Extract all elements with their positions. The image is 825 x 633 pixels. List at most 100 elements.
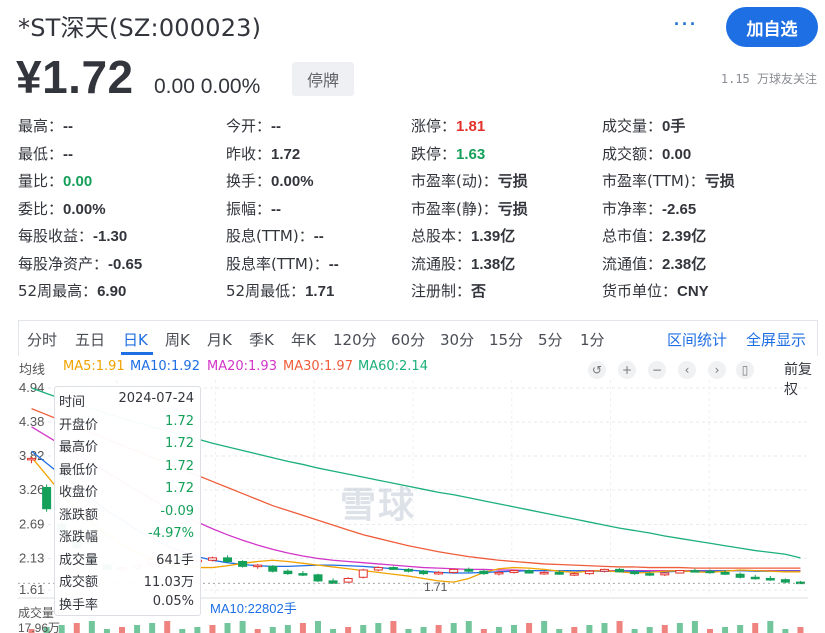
moving-average-bar: 均线 MA5:1.91 MA10:1.92 MA20:1.93 MA30:1.9… (18, 357, 818, 398)
volume-bar (480, 629, 487, 633)
candle-body (27, 457, 37, 461)
tooltip-row: 涨跌幅 -4.97% (59, 526, 194, 545)
candle-body (615, 568, 625, 573)
tooltip-value: 1.72 (165, 458, 194, 474)
tooltip-value: 1.72 (165, 481, 194, 496)
zoom-out-icon[interactable]: − (648, 361, 666, 379)
volume-bar (103, 629, 110, 633)
quote-value: -1.30 (93, 228, 128, 245)
candle-body (388, 567, 398, 570)
candle-body (660, 572, 670, 576)
volume-bar (435, 625, 442, 633)
tab-12[interactable]: 1分 (580, 329, 605, 350)
ma-label[interactable]: 均线 (19, 359, 45, 378)
quote-label: 量比： (18, 172, 64, 190)
volume-bar (179, 629, 186, 633)
volume-bar (646, 627, 653, 633)
quote-cell: 跌停：1.63 (411, 143, 485, 164)
quote-row: 量比：0.00 换手：0.00% 市盈率(动)：亏损 市盈率(TTM)：亏损 (18, 170, 818, 198)
reset-icon[interactable]: ↺ (588, 361, 606, 379)
volume-bar (405, 629, 412, 633)
tab-5[interactable]: 季K (249, 329, 274, 350)
candle-body (720, 571, 730, 575)
quote-label: 委比： (18, 199, 64, 218)
tab-4[interactable]: 月K (207, 329, 232, 350)
volume-axis-value: 17.96万 (18, 621, 61, 633)
volume-bar (616, 621, 623, 633)
tooltip-label: 成交量 (59, 552, 99, 568)
tab-1[interactable]: 五日 (75, 329, 105, 350)
tab-2[interactable]: 日K (123, 329, 148, 350)
quote-label: 成交额： (602, 144, 663, 163)
volume-bar (465, 621, 472, 633)
add-to-watchlist-button[interactable]: 加自选 (726, 7, 818, 47)
tooltip-value: 0.05% (152, 593, 194, 609)
volume-bar (345, 627, 352, 633)
quote-label: 涨停： (411, 117, 457, 135)
tab-6[interactable]: 年K (291, 329, 316, 350)
volume-bar (299, 623, 306, 633)
y-tick-label: 2.69 (19, 516, 44, 531)
tab-8[interactable]: 60分 (391, 329, 425, 350)
tooltip-label: 最低价 (59, 462, 99, 478)
tab-3[interactable]: 周K (165, 329, 190, 350)
volume-bar (495, 627, 502, 633)
fullscreen-link[interactable]: 全屏显示 (746, 329, 806, 350)
zoom-in-icon[interactable]: + (618, 361, 636, 379)
candle-body (298, 573, 308, 576)
chevron-left-icon[interactable]: ‹ (678, 361, 696, 379)
quote-value: 2.39亿 (662, 228, 707, 245)
quote-cell: 货币单位：CNY (602, 280, 709, 301)
candle-body (313, 574, 323, 582)
candle-body (750, 576, 760, 580)
quote-cell: 总股本：1.39亿 (411, 225, 515, 246)
quote-label: 52周最高： (18, 282, 98, 300)
candle-body (449, 568, 459, 573)
candle-tooltip: 时间 2024-07-24 开盘价 1.72 最高价 1.72 最低价 1.72 收盘价 1.72… (54, 386, 201, 616)
stock-title: *ST深天(SZ:000023) (18, 14, 262, 42)
candle-body (524, 570, 534, 574)
volume-bar (284, 625, 291, 633)
quote-cell: 流通股：1.38亿 (411, 253, 515, 274)
quote-cell: 52周最高：6.90 (18, 280, 126, 301)
volume-bar (631, 629, 638, 633)
chevron-right-icon[interactable]: › (708, 361, 726, 379)
quote-value: 6.90 (97, 283, 127, 300)
tooltip-row: 最高价 1.72 (59, 436, 194, 455)
quote-cell: 注册制：否 (411, 280, 486, 301)
candle-type-icon[interactable]: ▯ (736, 361, 754, 379)
quote-value: -- (63, 145, 74, 163)
quote-label: 市盈率(静)： (411, 199, 498, 218)
quote-label: 市盈率(TTM)： (602, 172, 705, 190)
quote-value: -0.65 (108, 255, 143, 273)
tooltip-label: 收盘价 (59, 485, 99, 500)
volume-bar (224, 623, 231, 633)
range-stats-link[interactable]: 区间统计 (667, 329, 727, 350)
y-tick-label: 1.61 (19, 582, 44, 597)
candle-body (765, 577, 775, 581)
quote-label: 成交量： (602, 117, 663, 135)
tab-0[interactable]: 分时 (27, 329, 57, 350)
quote-label: 股息率(TTM)： (226, 254, 329, 273)
ma60-value: MA60:2.14 (358, 359, 428, 374)
tab-7[interactable]: 120分 (333, 329, 377, 350)
tooltip-row: 最低价 1.72 (59, 459, 194, 478)
tooltip-row: 收盘价 1.72 (59, 481, 194, 500)
candle-body (494, 571, 504, 575)
quote-cell: 流通值：2.38亿 (602, 253, 706, 274)
more-options-icon[interactable]: ··· (674, 14, 698, 35)
tab-11[interactable]: 5分 (538, 329, 563, 350)
quote-label: 流通股： (411, 254, 472, 273)
quote-cell: 昨收：1.72 (226, 143, 300, 164)
quote-cell: 市盈率(静)：亏损 (411, 198, 528, 219)
volume-bar (73, 623, 80, 633)
quote-value: -2.65 (662, 200, 697, 218)
tab-10[interactable]: 15分 (489, 329, 523, 350)
candle-body (705, 570, 715, 574)
quote-value: 1.71 (305, 283, 335, 300)
tab-9[interactable]: 30分 (440, 329, 474, 350)
volume-bar (601, 623, 608, 633)
quote-label: 每股收益： (18, 227, 94, 245)
volume-bar (375, 623, 382, 633)
volume-bar (526, 623, 533, 633)
